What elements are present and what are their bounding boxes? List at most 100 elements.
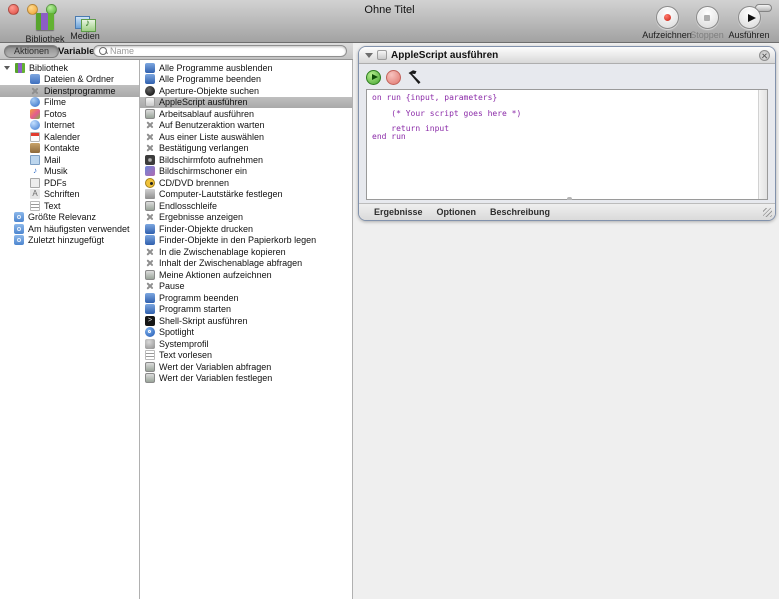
action-item[interactable]: Wert der Variablen abfragen	[140, 361, 352, 373]
action-item-label: Programm beenden	[159, 293, 239, 303]
footer-tab-ergebnisse[interactable]: Ergebnisse	[374, 207, 423, 217]
search-input[interactable]: Name	[93, 45, 347, 57]
x-icon	[30, 86, 40, 96]
compile-hammer-icon[interactable]	[406, 69, 424, 85]
action-item-label: Pause	[159, 281, 185, 291]
action-item-label: Finder-Objekte drucken	[159, 224, 253, 234]
disclosure-triangle-icon[interactable]	[365, 53, 373, 58]
sidebar-item[interactable]: Zuletzt hinzugefügt	[0, 235, 139, 247]
action-item[interactable]: Spotlight	[140, 327, 352, 339]
robot-icon	[145, 270, 155, 280]
script-code[interactable]: on run {input, parameters} (* Your scrip…	[367, 90, 767, 145]
action-item[interactable]: Finder-Objekte drucken	[140, 223, 352, 235]
script-run-button[interactable]	[366, 70, 381, 85]
action-item-label: Shell-Skript ausführen	[159, 316, 248, 326]
sidebar-item[interactable]: Kontakte	[0, 143, 139, 155]
sidebar-item-label: Größte Relevanz	[28, 212, 96, 222]
mail-icon	[30, 155, 40, 165]
action-item[interactable]: Programm beenden	[140, 292, 352, 304]
action-item-label: Ergebnisse anzeigen	[159, 212, 243, 222]
sidebar-item-label: Kontakte	[44, 143, 80, 153]
applescript-icon	[377, 50, 387, 60]
sidebar-item[interactable]: Dienstprogramme	[0, 85, 139, 97]
action-item-label: Arbeitsablauf ausführen	[159, 109, 254, 119]
action-item[interactable]: Bildschirmfoto aufnehmen	[140, 154, 352, 166]
script-resize-dimple[interactable]	[567, 197, 572, 200]
smart-icon	[14, 235, 24, 245]
sidebar-item[interactable]: Mail	[0, 154, 139, 166]
contacts-icon	[30, 143, 40, 153]
action-item-label: Systemprofil	[159, 339, 209, 349]
media-icon: ♪	[75, 14, 95, 30]
action-item[interactable]: >Shell-Skript ausführen	[140, 315, 352, 327]
action-item[interactable]: Inhalt der Zwischenablage abfragen	[140, 258, 352, 270]
action-item[interactable]: Systemprofil	[140, 338, 352, 350]
action-item-label: Alle Programme ausblenden	[159, 63, 273, 73]
action-item[interactable]: Finder-Objekte in den Papierkorb legen	[140, 235, 352, 247]
action-item[interactable]: Arbeitsablauf ausführen	[140, 108, 352, 120]
action-item-label: Bildschirmfoto aufnehmen	[159, 155, 263, 165]
action-item[interactable]: Text vorlesen	[140, 350, 352, 362]
action-item[interactable]: AppleScript ausführen	[140, 97, 352, 109]
sidebar-item[interactable]: Internet	[0, 120, 139, 132]
sidebar-item-label: Dateien & Ordner	[44, 74, 114, 84]
sidebar-item[interactable]: Bibliothek	[0, 62, 139, 74]
action-item[interactable]: Programm starten	[140, 304, 352, 316]
sidebar-item[interactable]: Dateien & Ordner	[0, 74, 139, 86]
action-item[interactable]: Bestätigung verlangen	[140, 143, 352, 155]
sidebar-item-label: Musik	[44, 166, 68, 176]
sidebar-item[interactable]: Am häufigsten verwendet	[0, 223, 139, 235]
sidebar-item-label: Zuletzt hinzugefügt	[28, 235, 104, 245]
resize-grip[interactable]	[763, 208, 772, 217]
sidebar-item-label: Kalender	[44, 132, 80, 142]
sidebar-item[interactable]: Fotos	[0, 108, 139, 120]
sidebar-item-label: Am häufigsten verwendet	[28, 224, 130, 234]
sidebar-item[interactable]: Filme	[0, 97, 139, 109]
workflow-canvas[interactable]: AppleScript ausführen on run {input, par…	[353, 43, 779, 599]
search-placeholder: Name	[110, 46, 134, 56]
screensaver-icon	[145, 166, 155, 176]
action-item[interactable]: Bildschirmschoner ein	[140, 166, 352, 178]
action-item-label: Aus einer Liste auswählen	[159, 132, 264, 142]
action-item-label: Auf Benutzeraktion warten	[159, 120, 265, 130]
sidebar-item[interactable]: Text	[0, 200, 139, 212]
action-item[interactable]: Aperture-Objekte suchen	[140, 85, 352, 97]
action-item[interactable]: Computer-Lautstärke festlegen	[140, 189, 352, 201]
camera-icon	[145, 155, 155, 165]
action-item-label: Wert der Variablen festlegen	[159, 373, 272, 383]
tab-aktionen[interactable]: Aktionen	[4, 45, 59, 58]
action-item[interactable]: Wert der Variablen festlegen	[140, 373, 352, 385]
action-block-header[interactable]: AppleScript ausführen	[359, 47, 775, 64]
text-icon	[145, 350, 155, 360]
action-item[interactable]: CD/DVD brennen	[140, 177, 352, 189]
action-item[interactable]: Auf Benutzeraktion warten	[140, 120, 352, 132]
app-icon	[145, 74, 155, 84]
action-item[interactable]: Pause	[140, 281, 352, 293]
disclosure-triangle-icon[interactable]	[4, 66, 10, 70]
action-item[interactable]: Alle Programme ausblenden	[140, 62, 352, 74]
action-item[interactable]: Endlosschleife	[140, 200, 352, 212]
run-icon	[738, 6, 761, 29]
script-scrollbar[interactable]	[758, 90, 767, 199]
sidebar-item[interactable]: Kalender	[0, 131, 139, 143]
app-icon	[145, 63, 155, 73]
close-action-icon[interactable]	[759, 50, 770, 61]
media-button[interactable]: ♪ Medien	[52, 11, 118, 41]
footer-tab-beschreibung[interactable]: Beschreibung	[490, 207, 550, 217]
action-item[interactable]: Alle Programme beenden	[140, 74, 352, 86]
action-item[interactable]: Meine Aktionen aufzeichnen	[140, 269, 352, 281]
footer-tab-optionen[interactable]: Optionen	[437, 207, 477, 217]
action-item[interactable]: Aus einer Liste auswählen	[140, 131, 352, 143]
script-editor[interactable]: on run {input, parameters} (* Your scrip…	[366, 89, 768, 200]
sidebar-item[interactable]: Größte Relevanz	[0, 212, 139, 224]
sidebar-item[interactable]: PDFs	[0, 177, 139, 189]
action-item-label: CD/DVD brennen	[159, 178, 229, 188]
action-list: Alle Programme ausblendenAlle Programme …	[140, 60, 353, 599]
sidebar-item[interactable]: ASchriften	[0, 189, 139, 201]
script-stop-button[interactable]	[386, 70, 401, 85]
action-item[interactable]: Ergebnisse anzeigen	[140, 212, 352, 224]
movies-icon	[30, 97, 40, 107]
action-item[interactable]: In die Zwischenablage kopieren	[140, 246, 352, 258]
sidebar-item[interactable]: ♪Musik	[0, 166, 139, 178]
run-button[interactable]: Ausführen	[706, 6, 779, 40]
